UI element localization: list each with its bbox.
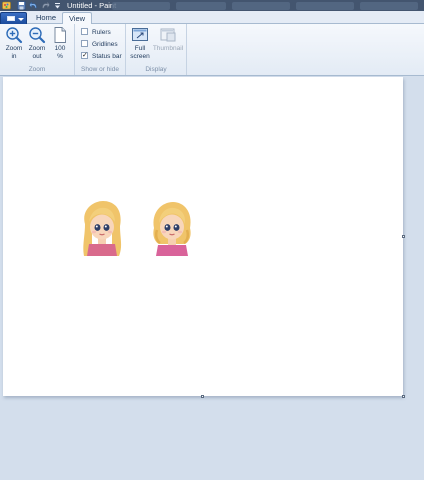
- zoom-out-label-1: Zoom: [28, 45, 46, 52]
- rulers-checkbox-row[interactable]: Rulers: [81, 27, 111, 38]
- rulers-label: Rulers: [92, 29, 111, 36]
- resize-handle-right[interactable]: [402, 235, 405, 238]
- zoom-out-icon: [29, 27, 46, 44]
- rulers-checkbox[interactable]: [81, 27, 88, 35]
- save-icon[interactable]: [17, 1, 26, 10]
- chevron-down-icon: [18, 18, 24, 21]
- full-screen-label-1: Full: [134, 45, 146, 52]
- page-100-icon: [54, 27, 66, 43]
- full-screen-icon: [132, 28, 148, 41]
- window-title: Untitled - Paint: [67, 1, 117, 10]
- gridlines-checkbox-row[interactable]: Gridlines: [81, 39, 118, 50]
- resize-handle-bottom[interactable]: [201, 395, 204, 398]
- ribbon: Zoom in Zoom out 100 % Zoom Rulers Gridl…: [0, 24, 424, 76]
- display-group-label: Display: [145, 66, 167, 73]
- thumbnail-label: Thumbnail: [152, 45, 184, 52]
- status-bar-label: Status bar: [92, 53, 122, 60]
- blonde-girl-avatar-2: [153, 202, 191, 256]
- show-hide-group: Rulers Gridlines ✓ Status bar Show or hid…: [75, 24, 126, 75]
- show-hide-group-label: Show or hide: [81, 66, 119, 73]
- zoom-100-label-2: %: [57, 52, 63, 60]
- zoom-100-button[interactable]: 100 %: [49, 26, 71, 60]
- zoom-group: Zoom in Zoom out 100 % Zoom: [0, 24, 75, 75]
- background-window: [360, 2, 418, 10]
- zoom-100-label-1: 100: [54, 45, 66, 52]
- background-window: [112, 2, 170, 10]
- drawing-canvas[interactable]: [3, 77, 403, 396]
- status-bar-checkbox[interactable]: ✓: [81, 51, 88, 59]
- paint-menu-button[interactable]: [0, 12, 27, 24]
- zoom-in-label-2: in: [11, 52, 17, 60]
- gridlines-label: Gridlines: [92, 41, 118, 48]
- zoom-in-icon: [6, 27, 23, 44]
- thumbnail-button[interactable]: Thumbnail: [152, 26, 184, 53]
- background-window: [232, 2, 290, 10]
- thumbnail-icon: [160, 28, 176, 42]
- zoom-out-label-2: out: [32, 52, 42, 60]
- paint-menu-icon: [7, 16, 15, 21]
- full-screen-label-2: screen: [130, 52, 150, 60]
- background-window: [296, 2, 354, 10]
- display-group: Full screen Thumbnail Display: [126, 24, 187, 75]
- undo-icon[interactable]: [29, 1, 38, 10]
- customize-icon[interactable]: [54, 1, 61, 10]
- ribbon-tab-strip: Home View: [0, 11, 424, 25]
- canvas-workspace[interactable]: [0, 77, 424, 480]
- paint-icon[interactable]: [2, 1, 11, 10]
- background-window: [176, 2, 226, 10]
- title-bar: Untitled - Paint: [0, 0, 424, 11]
- full-screen-button[interactable]: Full screen: [128, 26, 152, 60]
- status-bar-checkbox-row[interactable]: ✓ Status bar: [81, 51, 122, 62]
- redo-icon[interactable]: [41, 1, 50, 10]
- resize-handle-corner[interactable]: [402, 395, 405, 398]
- zoom-out-button[interactable]: Zoom out: [26, 26, 48, 60]
- zoom-in-label-1: Zoom: [5, 45, 23, 52]
- gridlines-checkbox[interactable]: [81, 39, 88, 47]
- blonde-girl-avatar-1: [83, 201, 122, 256]
- zoom-in-button[interactable]: Zoom in: [3, 26, 25, 60]
- zoom-group-label: Zoom: [28, 66, 46, 73]
